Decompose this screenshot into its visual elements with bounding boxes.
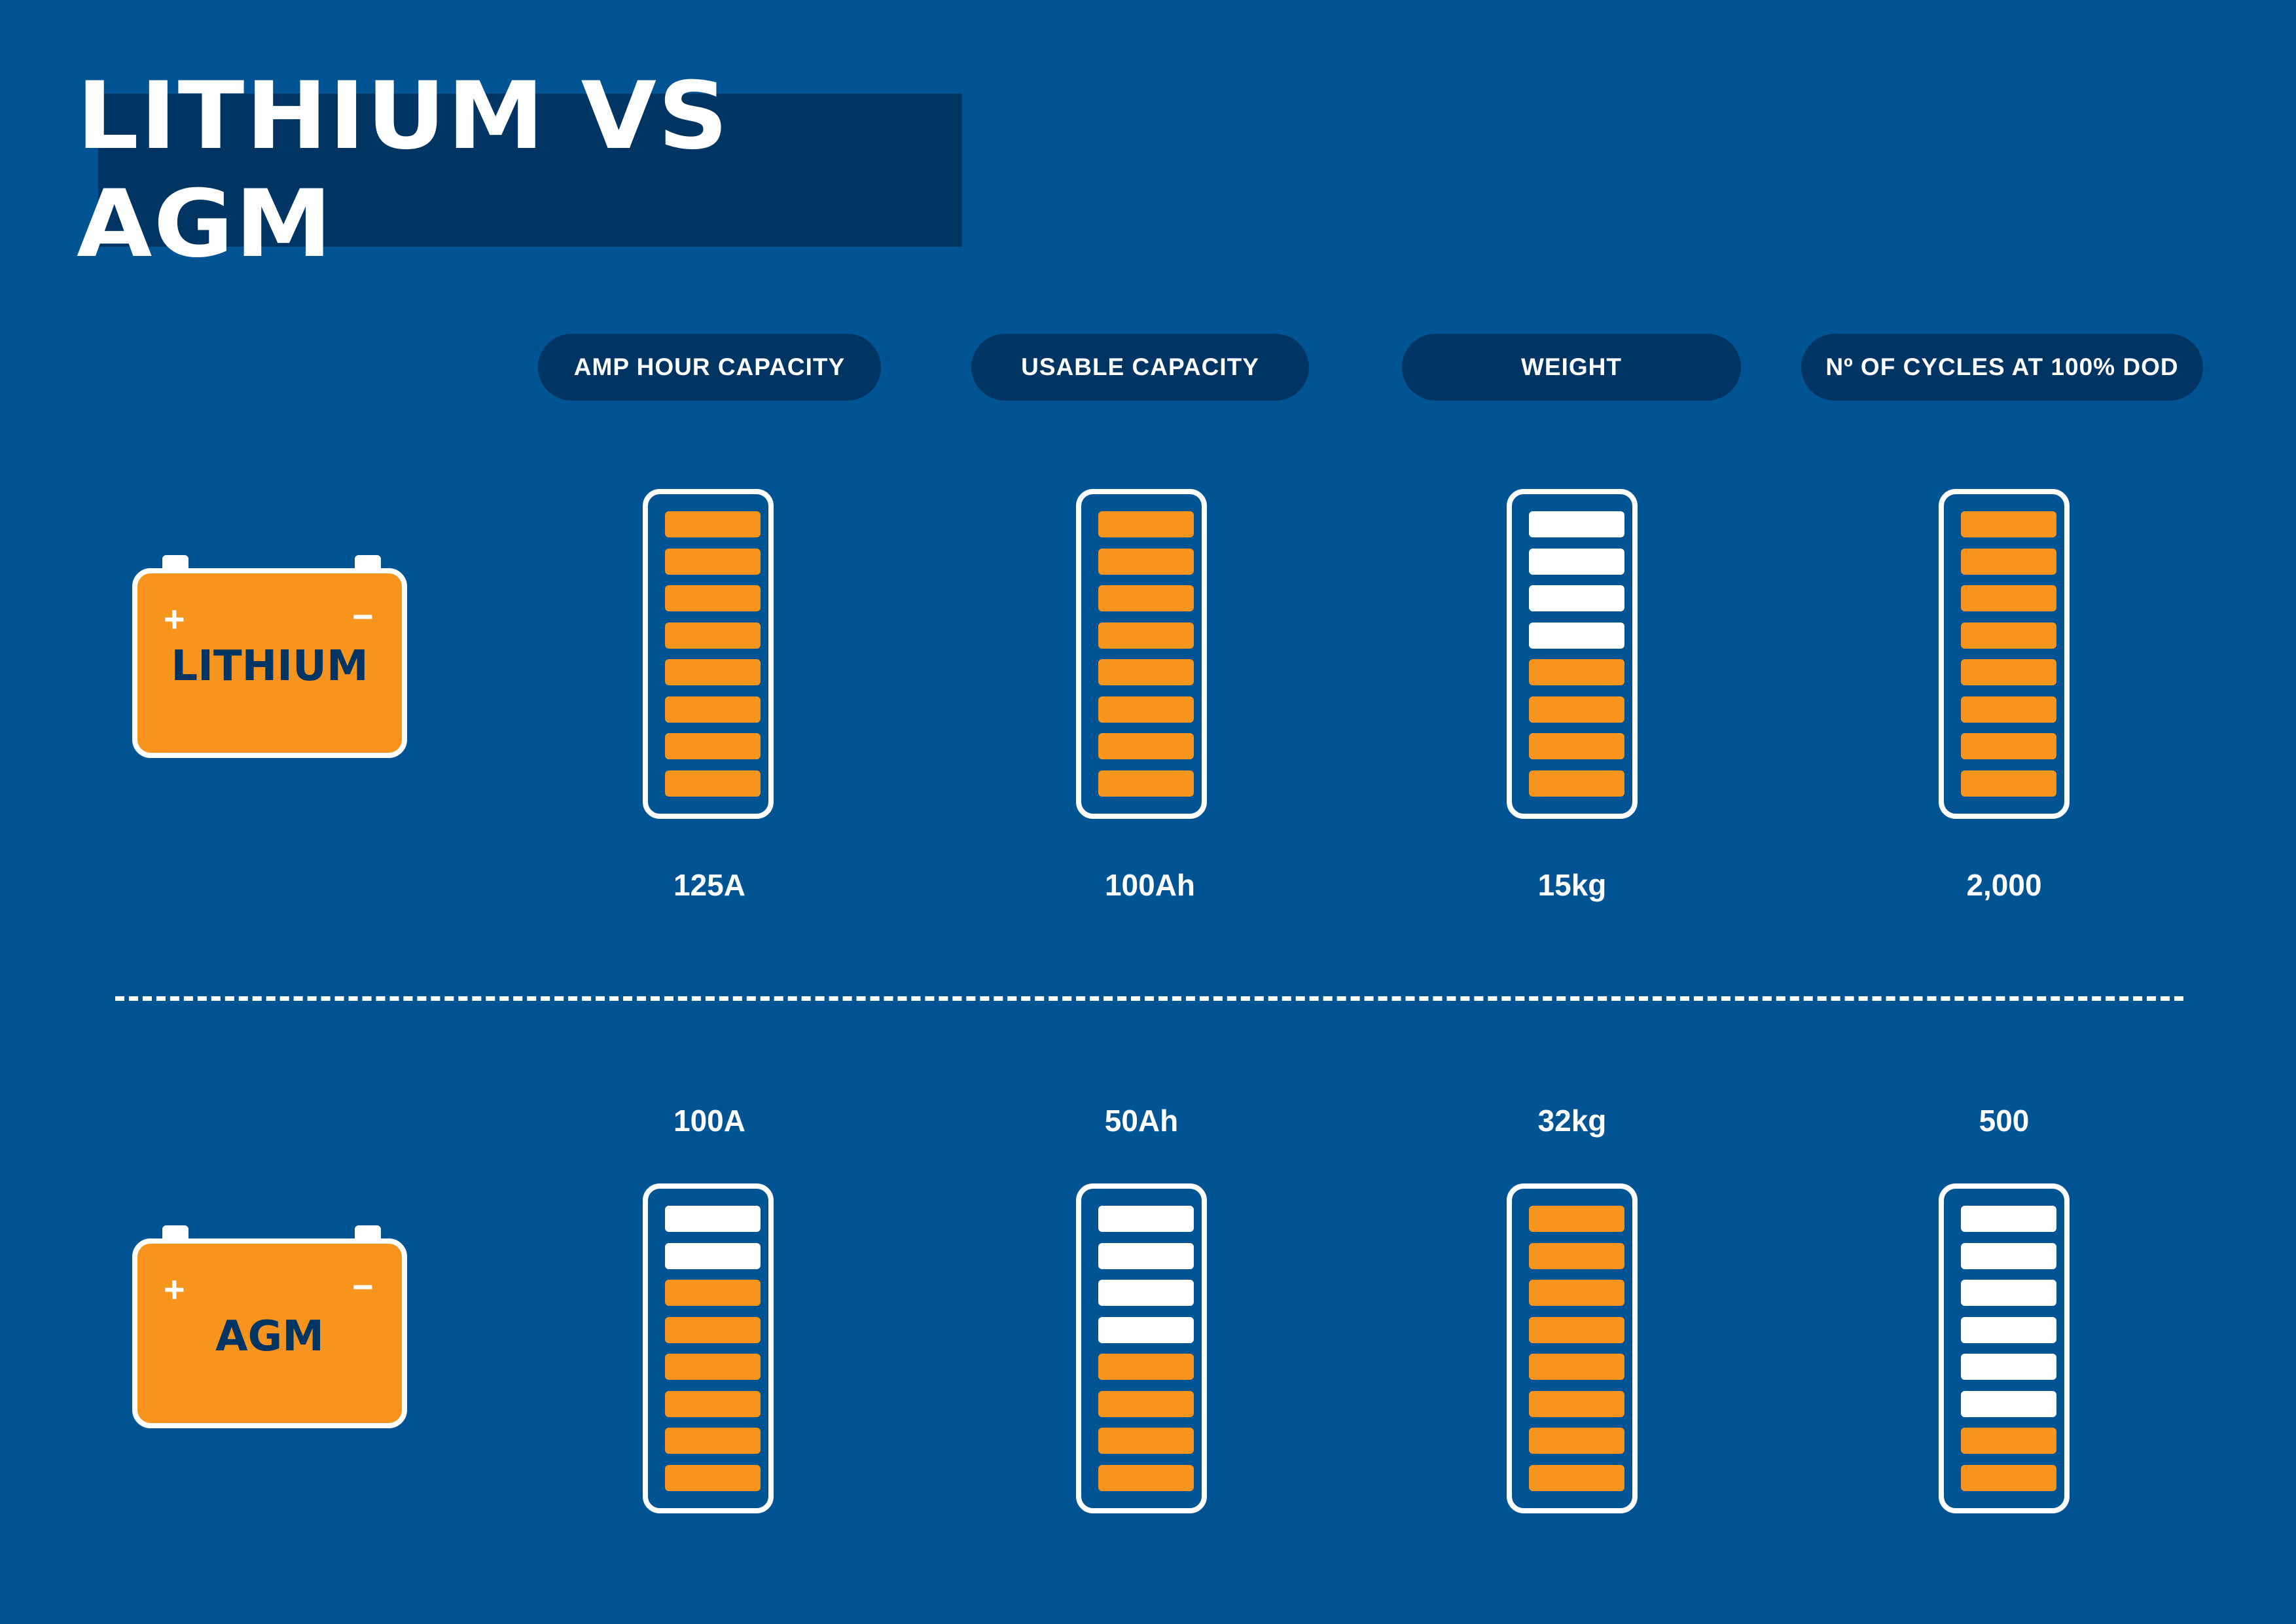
gauge-segment-filled: [1098, 585, 1194, 611]
gauge-segment-filled: [1529, 1428, 1624, 1454]
plus-icon: +: [164, 1269, 185, 1310]
gauge-lithium-cycles: [1939, 489, 2070, 819]
gauge-segment-empty: [1098, 1206, 1194, 1232]
gauge-agm-cycles: [1939, 1183, 2070, 1513]
category-header-usable-capacity: USABLE CAPACITY: [971, 334, 1309, 401]
gauge-segment-filled: [665, 1428, 761, 1454]
gauge-agm-amp-hour: [643, 1183, 774, 1513]
gauge-lithium-usable-capacity: [1076, 489, 1207, 819]
gauge-segment-filled: [1961, 770, 2056, 797]
gauge-segment-filled: [1529, 1354, 1624, 1380]
gauge-segment-filled: [1529, 1316, 1624, 1343]
gauge-segment-empty: [1961, 1354, 2056, 1380]
gauge-segment-filled: [1529, 770, 1624, 797]
gauge-segment-filled: [665, 770, 761, 797]
gauge-segment-empty: [665, 1242, 761, 1269]
gauge-segment-filled: [665, 1316, 761, 1343]
gauge-segment-empty: [1098, 1242, 1194, 1269]
gauge-segment-filled: [1098, 659, 1194, 685]
gauge-segment-filled: [1529, 1242, 1624, 1269]
minus-icon: −: [352, 1266, 374, 1307]
gauge-segment-filled: [1098, 696, 1194, 723]
gauge-segment-filled: [1961, 659, 2056, 685]
minus-icon: −: [352, 596, 374, 637]
gauge-segment-filled: [1098, 511, 1194, 537]
gauge-segment-filled: [665, 696, 761, 723]
value-agm-weight: 32kg: [1537, 1104, 1607, 1138]
page-title: LITHIUM VS AGM: [77, 62, 730, 278]
battery-body: + − AGM: [132, 1238, 407, 1428]
lithium-battery-icon: + − LITHIUM: [132, 555, 415, 758]
gauge-segment-filled: [1098, 770, 1194, 797]
section-divider: [115, 996, 2183, 1001]
gauge-segment-filled: [1098, 1354, 1194, 1380]
gauge-segment-empty: [1529, 548, 1624, 575]
gauge-segment-empty: [1961, 1390, 2056, 1417]
value-agm-amp-hour: 100A: [673, 1104, 745, 1138]
gauge-segment-filled: [1529, 1464, 1624, 1491]
gauge-segment-empty: [1529, 622, 1624, 649]
battery-body: + − LITHIUM: [132, 568, 407, 758]
gauge-segment-filled: [1529, 733, 1624, 759]
gauge-segment-filled: [1961, 511, 2056, 537]
gauge-lithium-weight: [1507, 489, 1638, 819]
gauge-segment-filled: [1529, 659, 1624, 685]
gauge-segment-filled: [1961, 622, 2056, 649]
category-header-amp-hour-capacity: AMP HOUR CAPACITY: [538, 334, 881, 401]
value-lithium-amp-hour: 125A: [673, 868, 745, 902]
gauge-segment-filled: [1529, 1390, 1624, 1417]
gauge-agm-weight: [1507, 1183, 1638, 1513]
value-lithium-cycles: 2,000: [1966, 868, 2042, 902]
gauge-segment-empty: [1961, 1316, 2056, 1343]
title-banner: LITHIUM VS AGM: [77, 62, 962, 278]
plus-icon: +: [164, 598, 185, 640]
gauge-segment-filled: [665, 622, 761, 649]
gauge-segment-filled: [1098, 733, 1194, 759]
gauge-segment-filled: [665, 1390, 761, 1417]
value-lithium-usable-capacity: 100Ah: [1104, 868, 1196, 902]
value-agm-usable-capacity: 50Ah: [1104, 1104, 1179, 1138]
gauge-segment-filled: [1098, 622, 1194, 649]
gauge-segment-filled: [1529, 696, 1624, 723]
category-header-cycles: Nº OF CYCLES AT 100% DOD: [1801, 334, 2203, 401]
gauge-lithium-amp-hour: [643, 489, 774, 819]
category-header-weight: WEIGHT: [1402, 334, 1741, 401]
gauge-segment-filled: [665, 1354, 761, 1380]
agm-battery-icon: + − AGM: [132, 1225, 415, 1428]
gauge-segment-filled: [665, 548, 761, 575]
agm-label: AGM: [215, 1312, 324, 1361]
gauge-segment-empty: [1961, 1206, 2056, 1232]
gauge-segment-filled: [1961, 1464, 2056, 1491]
gauge-segment-filled: [1961, 696, 2056, 723]
gauge-segment-empty: [1529, 511, 1624, 537]
gauge-segment-filled: [1098, 1390, 1194, 1417]
gauge-segment-filled: [665, 1280, 761, 1306]
gauge-segment-filled: [665, 659, 761, 685]
gauge-segment-filled: [1961, 733, 2056, 759]
gauge-segment-filled: [665, 1464, 761, 1491]
gauge-segment-filled: [1098, 548, 1194, 575]
value-lithium-weight: 15kg: [1537, 868, 1607, 902]
gauge-segment-filled: [665, 511, 761, 537]
lithium-label: LITHIUM: [171, 642, 368, 691]
gauge-agm-usable-capacity: [1076, 1183, 1207, 1513]
gauge-segment-empty: [1098, 1280, 1194, 1306]
gauge-segment-filled: [1961, 585, 2056, 611]
gauge-segment-filled: [1098, 1464, 1194, 1491]
gauge-segment-filled: [665, 585, 761, 611]
gauge-segment-filled: [1961, 1428, 2056, 1454]
gauge-segment-filled: [1098, 1428, 1194, 1454]
gauge-segment-empty: [1098, 1316, 1194, 1343]
gauge-segment-filled: [1529, 1206, 1624, 1232]
gauge-segment-empty: [1961, 1280, 2056, 1306]
gauge-segment-filled: [665, 733, 761, 759]
gauge-segment-filled: [1961, 548, 2056, 575]
gauge-segment-empty: [1529, 585, 1624, 611]
gauge-segment-filled: [1529, 1280, 1624, 1306]
value-agm-cycles: 500: [1979, 1104, 2030, 1138]
gauge-segment-empty: [665, 1206, 761, 1232]
gauge-segment-empty: [1961, 1242, 2056, 1269]
